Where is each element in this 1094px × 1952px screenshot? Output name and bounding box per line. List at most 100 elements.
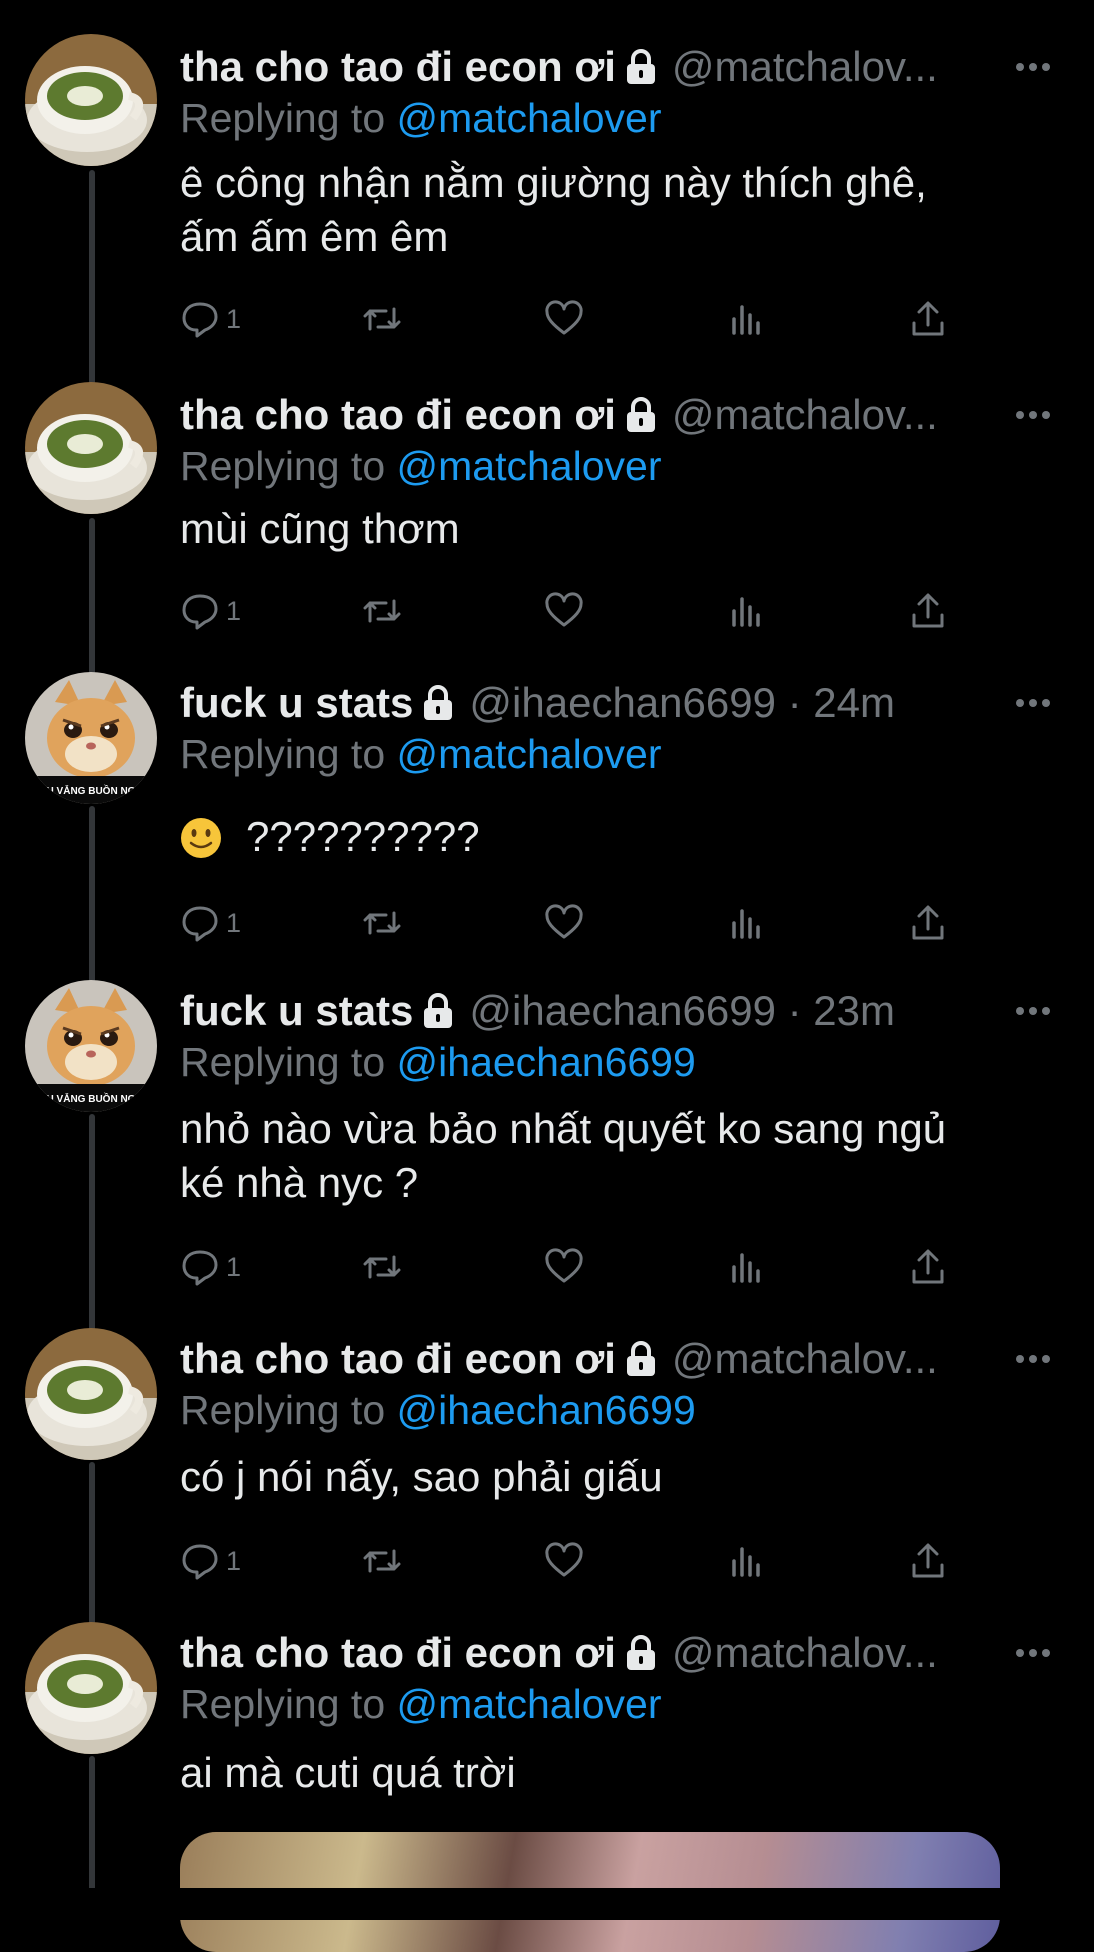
replying-prefix: Replying to [180,443,386,489]
share-button[interactable] [908,1536,948,1586]
reply-icon [180,1247,220,1287]
retweet-button[interactable] [362,1536,402,1586]
like-button[interactable] [544,294,584,344]
like-button[interactable] [544,586,584,636]
avatar[interactable] [25,1622,157,1754]
display-name[interactable]: fuck u stats [180,982,413,1040]
replying-to: Replying to @matchalover [180,726,661,782]
views-icon [726,1247,766,1287]
views-button[interactable] [726,294,766,344]
reply-icon [180,299,220,339]
reply-icon [180,1541,220,1581]
retweet-icon [362,903,402,943]
share-icon [908,591,948,631]
like-button[interactable] [544,1242,584,1292]
views-icon [726,1541,766,1581]
views-icon [726,299,766,339]
reply-count: 1 [226,303,242,334]
lock-icon [624,1340,658,1378]
tweet-header: tha cho tao đi econ ơi @matchalov... [180,38,1034,96]
tweet-header: fuck u stats @ihaechan6699 · 23m [180,982,1034,1040]
retweet-button[interactable] [362,294,402,344]
views-button[interactable] [726,898,766,948]
share-icon [908,1247,948,1287]
mention-link[interactable]: @matchalover [397,443,662,489]
more-icon[interactable] [1010,1630,1056,1676]
share-icon [908,903,948,943]
tweet-actions: 1 [180,898,970,948]
heart-icon [544,591,584,631]
display-name[interactable]: fuck u stats [180,674,413,732]
like-button[interactable] [544,898,584,948]
share-button[interactable] [908,898,948,948]
user-handle[interactable]: @ihaechan6699 · 23m [469,982,895,1040]
more-icon[interactable] [1010,44,1056,90]
avatar[interactable]: AU VẴNG BUỒN NGỦ [25,980,157,1112]
display-name[interactable]: tha cho tao đi econ ơi [180,1330,616,1388]
reply-button[interactable]: 1 [180,1242,241,1292]
user-handle[interactable]: @ihaechan6699 · 24m [469,674,895,732]
heart-icon [544,1247,584,1287]
mention-link[interactable]: @ihaechan6699 [397,1039,696,1085]
avatar-caption: AU VẴNG BUỒN NGỦ [39,784,142,797]
share-button[interactable] [908,1242,948,1292]
more-icon[interactable] [1010,1336,1056,1382]
replying-prefix: Replying to [180,731,386,777]
user-handle[interactable]: @matchalov... [672,38,938,96]
display-name[interactable]: tha cho tao đi econ ơi [180,386,616,444]
bottom-edge [0,1888,1094,1920]
replying-to: Replying to @ihaechan6699 [180,1382,696,1438]
avatar[interactable] [25,34,157,166]
reply-button[interactable]: 1 [180,898,241,948]
mention-link[interactable]: @ihaechan6699 [397,1387,696,1433]
matcha-latte-avatar-image [25,1622,157,1754]
more-icon[interactable] [1010,392,1056,438]
display-name[interactable]: tha cho tao đi econ ơi [180,38,616,96]
reply-button[interactable]: 1 [180,294,241,344]
replying-prefix: Replying to [180,95,386,141]
tweet-text-line: mùi cũng thơm [180,505,460,552]
retweet-button[interactable] [362,898,402,948]
more-icon[interactable] [1010,988,1056,1034]
tweet-actions: 1 [180,586,970,636]
thread-line [89,1114,95,1334]
mention-link[interactable]: @matchalover [397,95,662,141]
thread-line [89,806,95,984]
lock-icon [421,992,455,1030]
mention-link[interactable]: @matchalover [397,731,662,777]
avatar[interactable] [25,382,157,514]
avatar[interactable] [25,1328,157,1460]
tweet-text: mùi cũng thơm [180,502,1030,556]
tweet-text: ê công nhận nằm giường này thích ghê, ấm… [180,156,1030,264]
mention-link[interactable]: @matchalover [397,1681,662,1727]
reply-button[interactable]: 1 [180,1536,241,1586]
tweet-header: fuck u stats @ihaechan6699 · 24m [180,674,1034,732]
display-name[interactable]: tha cho tao đi econ ơi [180,1624,616,1682]
share-button[interactable] [908,586,948,636]
slightly-smiling-face-icon [180,817,222,859]
retweet-button[interactable] [362,586,402,636]
thread-line [89,1462,95,1628]
like-button[interactable] [544,1536,584,1586]
views-icon [726,903,766,943]
replying-to: Replying to @ihaechan6699 [180,1034,696,1090]
tweet-text-line: có j nói nấy, sao phải giấu [180,1453,663,1500]
views-button[interactable] [726,1242,766,1292]
reply-icon [180,903,220,943]
user-handle[interactable]: @matchalov... [672,1330,938,1388]
matcha-latte-avatar-image [25,382,157,514]
views-button[interactable] [726,1536,766,1586]
avatar[interactable]: AU VẴNG BUỒN NGỦ [25,672,157,804]
more-icon[interactable] [1010,680,1056,726]
tweet-text: nhỏ nào vừa bảo nhất quyết ko sang ngủ k… [180,1102,1030,1210]
user-handle[interactable]: @matchalov... [672,386,938,444]
reply-button[interactable]: 1 [180,586,241,636]
views-button[interactable] [726,586,766,636]
user-handle[interactable]: @matchalov... [672,1624,938,1682]
replying-to: Replying to @matchalover [180,438,661,494]
lock-icon [421,684,455,722]
share-button[interactable] [908,294,948,344]
conversation-thread: tha cho tao đi econ ơi @matchalov... Rep… [0,0,1094,1952]
heart-icon [544,1541,584,1581]
retweet-button[interactable] [362,1242,402,1292]
